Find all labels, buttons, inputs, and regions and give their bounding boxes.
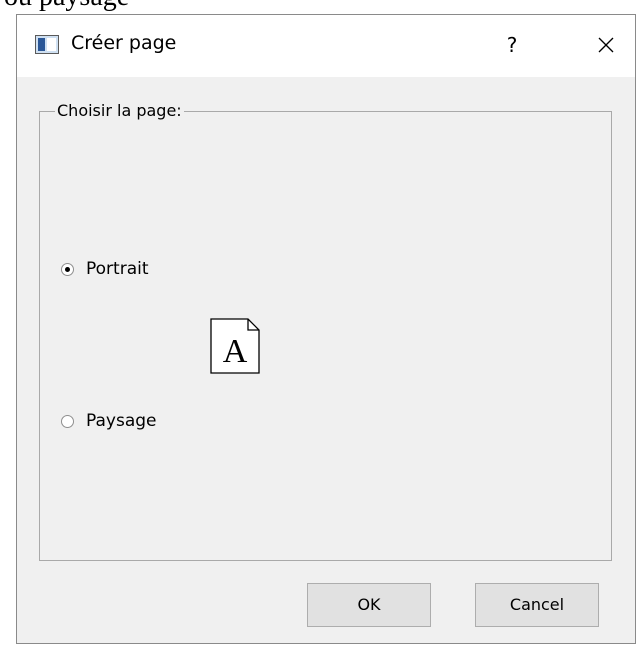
paysage-radio-button[interactable] [61, 414, 74, 428]
page-orientation-groupbox [39, 111, 612, 561]
paysage-radio-label[interactable]: Paysage [86, 411, 157, 431]
help-button[interactable]: ? [489, 25, 535, 65]
portrait-radio-option[interactable]: Portrait [61, 259, 149, 279]
dialog-title: Créer page [71, 32, 177, 54]
close-icon [598, 37, 614, 53]
create-page-dialog: Créer page ? Choisir la page: Portrait A… [16, 14, 636, 644]
close-button[interactable] [583, 25, 629, 65]
ok-button[interactable]: OK [307, 583, 431, 627]
portrait-radio-button[interactable] [61, 262, 74, 276]
preview-letter: A [223, 333, 248, 370]
app-window-icon [35, 35, 59, 54]
portrait-radio-label[interactable]: Portrait [86, 259, 149, 279]
portrait-page-preview-icon: A [210, 318, 260, 374]
background-document: ou paysage [0, 0, 638, 14]
dialog-titlebar: Créer page ? [17, 15, 635, 77]
background-document-text: ou paysage [4, 0, 129, 14]
groupbox-label: Choisir la page: [55, 101, 184, 121]
paysage-radio-option[interactable]: Paysage [61, 411, 157, 431]
cancel-button[interactable]: Cancel [475, 583, 599, 627]
